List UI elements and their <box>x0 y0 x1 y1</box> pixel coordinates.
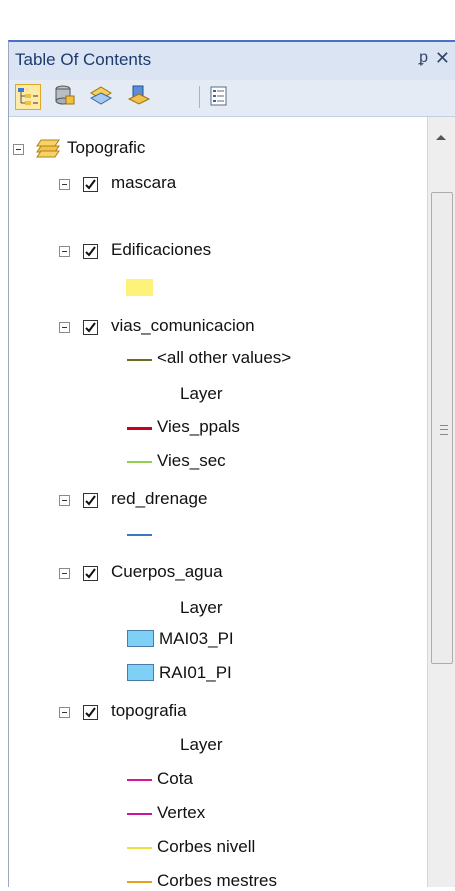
layer-label[interactable]: Edificaciones <box>111 240 211 260</box>
options-icon[interactable] <box>207 84 233 110</box>
collapse-icon[interactable] <box>59 179 70 190</box>
line-symbol-swatch[interactable] <box>127 779 152 781</box>
collapse-icon[interactable] <box>59 707 70 718</box>
legend-label: Corbes nivell <box>157 837 256 856</box>
fill-symbol-swatch[interactable] <box>126 279 153 296</box>
grip-icon <box>440 425 448 435</box>
layer-visibility-checkbox[interactable] <box>83 244 98 259</box>
line-symbol-swatch[interactable] <box>127 427 152 430</box>
list-by-selection-icon[interactable] <box>127 84 153 110</box>
list-by-visibility-icon[interactable] <box>89 84 115 110</box>
collapse-icon[interactable] <box>13 144 24 155</box>
vertical-scrollbar[interactable] <box>427 117 455 887</box>
layer-label[interactable]: topografia <box>111 701 187 721</box>
collapse-icon[interactable] <box>59 246 70 257</box>
legend-label: Corbes mestres <box>157 871 277 890</box>
fill-symbol-swatch[interactable] <box>127 630 154 647</box>
layer-label[interactable]: Cuerpos_agua <box>111 562 223 582</box>
line-symbol-swatch[interactable] <box>127 461 152 463</box>
close-icon[interactable]: ✕ <box>435 48 450 69</box>
legend-label: Cota <box>157 769 193 788</box>
pin-icon[interactable]: ᵱ <box>419 49 428 67</box>
layer-visibility-checkbox[interactable] <box>83 320 98 335</box>
layer-label[interactable]: mascara <box>111 173 176 193</box>
window-titlebar[interactable]: Table Of Contents ᵱ ✕ <box>9 42 455 80</box>
layer-label[interactable]: vias_comunicacion <box>111 316 255 336</box>
window-title: Table Of Contents <box>15 50 152 69</box>
layer-visibility-checkbox[interactable] <box>83 566 98 581</box>
legend-heading: Layer <box>180 735 223 754</box>
line-symbol-swatch[interactable] <box>127 881 152 883</box>
scroll-up-arrow-icon[interactable] <box>436 135 446 140</box>
layer-visibility-checkbox[interactable] <box>83 705 98 720</box>
legend-label: Vies_ppals <box>157 417 240 436</box>
legend-label: Vies_sec <box>157 451 226 470</box>
table-of-contents-panel: Table Of Contents ᵱ ✕ Topografic mascara… <box>8 40 455 890</box>
toc-toolbar <box>9 80 455 117</box>
collapse-icon[interactable] <box>59 568 70 579</box>
layer-group-icon <box>35 136 61 165</box>
legend-label: RAI01_PI <box>159 663 232 682</box>
layer-visibility-checkbox[interactable] <box>83 493 98 508</box>
layer-tree: Topografic mascara Edificaciones vias_co… <box>9 117 426 890</box>
legend-heading: Layer <box>180 384 223 403</box>
line-symbol-swatch[interactable] <box>127 813 152 815</box>
list-by-source-icon[interactable] <box>53 84 79 110</box>
line-symbol-swatch[interactable] <box>127 359 152 361</box>
legend-label: <all other values> <box>157 348 292 367</box>
legend-heading: Layer <box>180 598 223 617</box>
group-label[interactable]: Topografic <box>67 138 145 158</box>
scrollbar-thumb[interactable] <box>431 192 453 664</box>
line-symbol-swatch[interactable] <box>127 847 152 849</box>
collapse-icon[interactable] <box>59 322 70 333</box>
list-by-drawing-order-icon[interactable] <box>15 84 41 110</box>
legend-label: Vertex <box>157 803 206 822</box>
layer-label[interactable]: red_drenage <box>111 489 207 509</box>
line-symbol-swatch[interactable] <box>127 534 152 536</box>
fill-symbol-swatch[interactable] <box>127 664 154 681</box>
collapse-icon[interactable] <box>59 495 70 506</box>
toolbar-separator <box>199 86 200 108</box>
legend-label: MAI03_PI <box>159 629 234 648</box>
layer-visibility-checkbox[interactable] <box>83 177 98 192</box>
